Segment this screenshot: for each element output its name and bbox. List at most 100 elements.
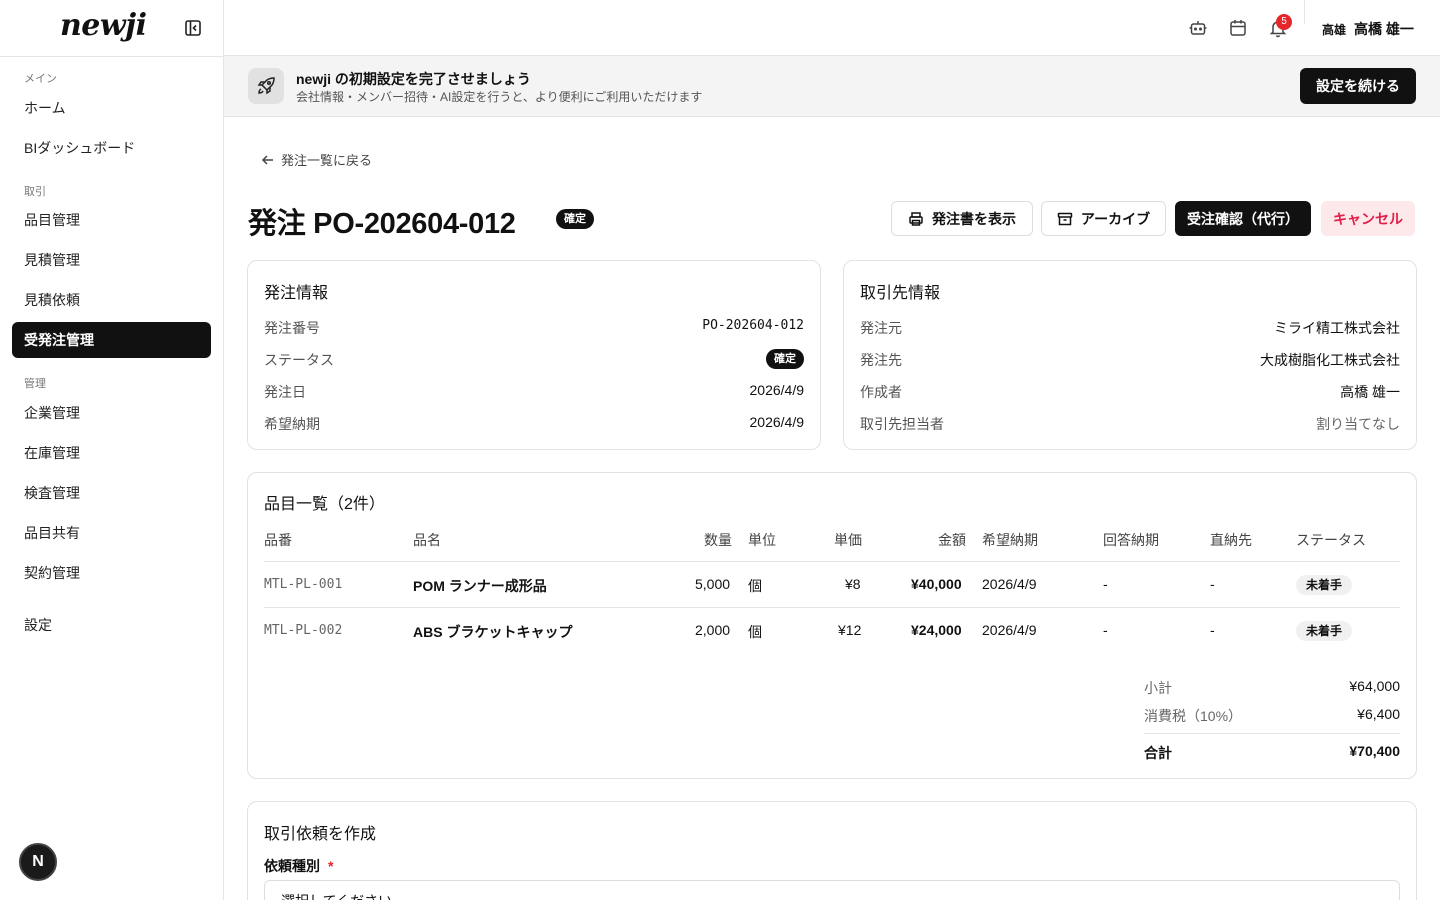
sidebar-item-quotes[interactable]: 見積管理 bbox=[12, 242, 211, 278]
column-header-price: 単価 bbox=[834, 532, 862, 548]
order-info-title: 発注情報 bbox=[264, 285, 329, 302]
topbar bbox=[224, 0, 1440, 56]
sidebar-group-main: メイン bbox=[24, 73, 57, 85]
supplier-label: 発注先 bbox=[860, 352, 902, 368]
order-date-value: 2026/4/9 bbox=[749, 382, 805, 398]
sidebar-item-contracts[interactable]: 契約管理 bbox=[12, 555, 211, 591]
column-header-desired-date: 希望納期 bbox=[982, 532, 1038, 548]
sidebar-collapse-icon[interactable] bbox=[184, 19, 202, 37]
sidebar-item-bi-dashboard[interactable]: BIダッシュボード bbox=[12, 130, 211, 166]
dev-tools-badge[interactable]: N bbox=[19, 843, 57, 881]
order-status-row: ステータス 確定 bbox=[264, 349, 804, 370]
item-status-chip: 未着手 bbox=[1296, 575, 1353, 595]
order-info-card: 発注情報 発注番号 PO-202604-012 ステータス 確定 発注日 202… bbox=[247, 260, 821, 450]
rocket-icon bbox=[248, 68, 284, 104]
item-code: MTL-PL-002 bbox=[264, 623, 343, 638]
bot-icon[interactable] bbox=[1188, 18, 1208, 38]
create-request-title: 取引依頼を作成 bbox=[264, 826, 377, 843]
sidebar-item-companies[interactable]: 企業管理 bbox=[12, 395, 211, 431]
cancel-order-button[interactable]: キャンセル bbox=[1321, 201, 1415, 236]
creator-row: 作成者 高橋 雄一 bbox=[860, 382, 1400, 402]
item-code: MTL-PL-001 bbox=[264, 577, 343, 592]
column-header-status: ステータス bbox=[1296, 532, 1366, 548]
calendar-icon[interactable] bbox=[1228, 18, 1248, 38]
sidebar-item-inventory[interactable]: 在庫管理 bbox=[12, 435, 211, 471]
arrow-left-icon bbox=[261, 154, 273, 165]
partner-contact-label: 取引先担当者 bbox=[860, 416, 944, 432]
order-date-label: 発注日 bbox=[264, 384, 306, 400]
order-date-row: 発注日 2026/4/9 bbox=[264, 382, 804, 402]
tax-value: ¥6,400 bbox=[1357, 706, 1400, 722]
desired-delivery-row: 希望納期 2026/4/9 bbox=[264, 414, 804, 434]
printer-icon bbox=[909, 211, 923, 226]
column-header-direct-delivery: 直納先 bbox=[1210, 532, 1252, 548]
sidebar-group-manage: 管理 bbox=[24, 378, 46, 390]
item-desired-date: 2026/4/9 bbox=[982, 576, 1037, 592]
page-title: 発注 PO-202604-012 bbox=[248, 208, 516, 240]
archive-icon bbox=[1057, 212, 1073, 225]
sidebar-item-orders[interactable]: 受発注管理 bbox=[12, 322, 211, 358]
item-name: POM ランナー成形品 bbox=[413, 578, 547, 594]
item-direct-delivery: - bbox=[1210, 576, 1215, 592]
request-type-label: 依頼種別 * bbox=[264, 856, 333, 876]
item-desired-date: 2026/4/9 bbox=[982, 622, 1037, 638]
sidebar-item-quote-requests[interactable]: 見積依頼 bbox=[12, 282, 211, 318]
app-logo[interactable]: newji bbox=[60, 8, 147, 43]
confirm-order-button[interactable]: 受注確認（代行） bbox=[1175, 201, 1311, 236]
sidebar-item-items[interactable]: 品目管理 bbox=[12, 202, 211, 238]
order-number-value: PO-202604-012 bbox=[702, 318, 804, 333]
sidebar-item-settings[interactable]: 設定 bbox=[12, 607, 211, 643]
orderer-label: 発注元 bbox=[860, 320, 902, 336]
table-header-divider bbox=[264, 561, 1400, 562]
item-amount: ¥40,000 bbox=[911, 576, 962, 592]
column-header-code: 品番 bbox=[264, 532, 292, 548]
setup-banner: newji の初期設定を完了させましょう 会社情報・メンバー招待・AI設定を行う… bbox=[224, 56, 1440, 117]
sidebar-item-home[interactable]: ホーム bbox=[12, 90, 211, 126]
summary-divider bbox=[1144, 733, 1400, 734]
item-unit: 個 bbox=[748, 624, 762, 640]
archive-button[interactable]: アーカイブ bbox=[1041, 201, 1166, 236]
order-status-badge: 確定 bbox=[766, 349, 804, 369]
partner-info-card: 取引先情報 発注元 ミライ精工株式会社 発注先 大成樹脂化工株式会社 作成者 高… bbox=[843, 260, 1417, 450]
column-header-amount: 金額 bbox=[938, 532, 966, 548]
orderer-value: ミライ精工株式会社 bbox=[1274, 320, 1400, 336]
user-menu[interactable]: 高雄 高橋 雄一 bbox=[1322, 19, 1414, 39]
item-status: 未着手 bbox=[1296, 575, 1353, 595]
order-status-value: 確定 bbox=[766, 349, 804, 369]
order-status-label: ステータス bbox=[264, 352, 334, 368]
sidebar: newji メイン ホーム BIダッシュボード 取引 品目管理 見積管理 見積依… bbox=[0, 0, 224, 900]
item-price: ¥8 bbox=[845, 576, 861, 592]
order-number-row: 発注番号 PO-202604-012 bbox=[264, 318, 804, 338]
notification-count-badge: 5 bbox=[1276, 14, 1292, 30]
supplier-value: 大成樹脂化工株式会社 bbox=[1260, 352, 1400, 368]
continue-setup-button[interactable]: 設定を続ける bbox=[1300, 68, 1416, 104]
item-price: ¥12 bbox=[838, 622, 862, 638]
item-name: ABS ブラケットキャップ bbox=[413, 624, 573, 640]
topbar-divider bbox=[1304, 0, 1305, 24]
back-to-orders-link[interactable]: 発注一覧に戻る bbox=[261, 150, 372, 169]
back-link-label: 発注一覧に戻る bbox=[281, 153, 373, 168]
order-number-label: 発注番号 bbox=[264, 320, 320, 336]
orderer-row: 発注元 ミライ精工株式会社 bbox=[860, 318, 1400, 338]
item-answered-date: - bbox=[1103, 622, 1108, 638]
creator-value: 高橋 雄一 bbox=[1340, 384, 1400, 400]
archive-label: アーカイブ bbox=[1080, 210, 1151, 227]
required-mark: * bbox=[328, 858, 334, 874]
item-status: 未着手 bbox=[1296, 621, 1353, 641]
subtotal-label: 小計 bbox=[1144, 680, 1172, 696]
show-order-button[interactable]: 発注書を表示 bbox=[891, 201, 1033, 236]
item-unit: 個 bbox=[748, 578, 762, 594]
request-type-select-value: 選択してください bbox=[281, 891, 392, 900]
item-direct-delivery: - bbox=[1210, 622, 1215, 638]
request-type-label-text: 依頼種別 bbox=[264, 858, 320, 874]
partner-info-title: 取引先情報 bbox=[860, 285, 941, 302]
item-qty: 2,000 bbox=[695, 622, 731, 638]
banner-title: newji の初期設定を完了させましょう bbox=[296, 71, 531, 87]
request-type-select[interactable]: 選択してください bbox=[264, 880, 1400, 900]
column-header-name: 品名 bbox=[413, 532, 441, 548]
sidebar-item-inspection[interactable]: 検査管理 bbox=[12, 475, 211, 511]
sidebar-item-item-sharing[interactable]: 品目共有 bbox=[12, 515, 211, 551]
show-order-label: 発注書を表示 bbox=[932, 210, 1016, 227]
creator-label: 作成者 bbox=[860, 384, 902, 400]
items-title: 品目一覧（2件） bbox=[264, 496, 385, 513]
